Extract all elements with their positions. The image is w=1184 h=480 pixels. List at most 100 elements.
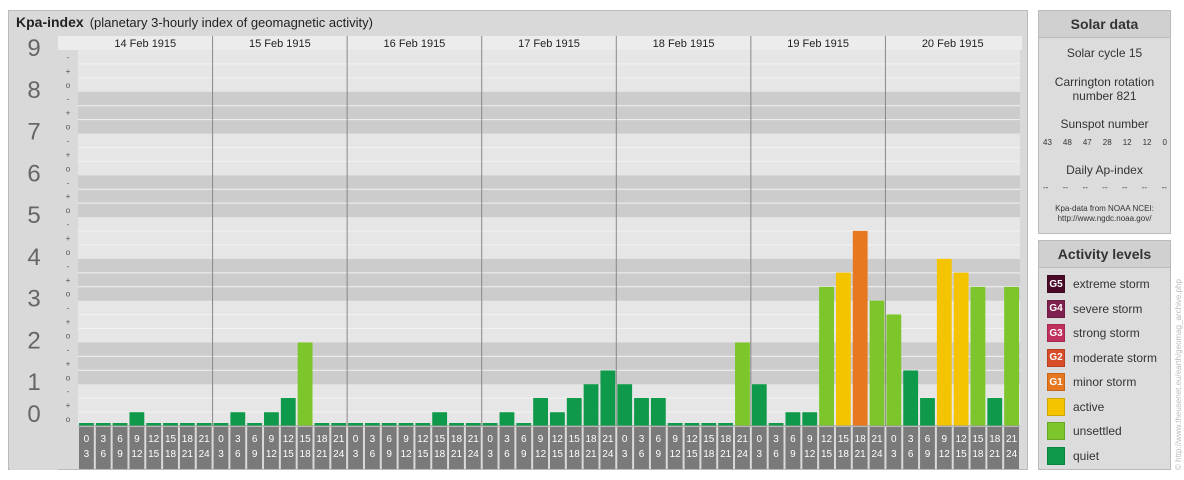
kp-bar xyxy=(970,286,986,426)
kp-bar xyxy=(936,258,952,426)
kp-tick-label: 1 xyxy=(27,369,40,396)
interval-start-label: 6 xyxy=(656,434,662,445)
interval-end-label: 18 xyxy=(300,449,312,460)
kp-subtick-label: o xyxy=(66,206,71,215)
interval-end-label: 12 xyxy=(939,449,951,460)
day-label: 20 Feb 1915 xyxy=(922,38,984,50)
day-label: 16 Feb 1915 xyxy=(384,38,446,50)
kp-bar xyxy=(869,300,885,426)
ap-value: -- xyxy=(1082,183,1088,192)
kp-bar xyxy=(264,412,279,426)
interval-end-label: 18 xyxy=(434,449,446,460)
kp-subtick-label: o xyxy=(66,415,71,424)
ap-value: -- xyxy=(1043,183,1049,192)
carrington-rotation-number: number 821 xyxy=(1072,89,1137,103)
ap-value: -- xyxy=(1122,183,1128,192)
interval-start-label: 3 xyxy=(773,434,779,445)
kp-bar xyxy=(432,412,448,426)
interval-end-label: 6 xyxy=(504,449,510,460)
interval-end-label: 9 xyxy=(790,449,796,460)
interval-start-label: 21 xyxy=(737,434,749,445)
interval-end-label: 12 xyxy=(670,449,682,460)
kp-bar xyxy=(550,412,565,426)
legend-item: G4 severe storm xyxy=(1047,299,1142,319)
kp-tick-label: 2 xyxy=(27,327,40,354)
interval-end-label: 15 xyxy=(686,449,698,460)
data-source-note: Kpa-data from NOAA NCEI: http://www.ngdc… xyxy=(1039,204,1170,224)
legend-swatch: G2 xyxy=(1047,348,1065,367)
solar-data-panel: Solar data Solar cycle 15 Carrington rot… xyxy=(1038,10,1171,234)
interval-end-label: 24 xyxy=(602,449,614,460)
interval-end-label: 3 xyxy=(622,449,628,460)
solar-data-title: Solar data xyxy=(1039,11,1170,38)
kp-subtick-label: o xyxy=(66,123,71,132)
interval-start-label: 12 xyxy=(417,434,429,445)
legend-label: active xyxy=(1073,399,1105,414)
kp-subtick-label: + xyxy=(66,150,71,159)
interval-start-label: 0 xyxy=(756,434,762,445)
legend-swatch: G1 xyxy=(1047,373,1065,391)
interval-end-label: 6 xyxy=(235,449,241,460)
kp-subtick-label: o xyxy=(66,81,71,90)
chart-title-main: Kpa-index xyxy=(16,14,84,30)
kp-tick-label: 9 xyxy=(27,36,40,62)
interval-start-label: 15 xyxy=(972,434,984,445)
interval-start-label: 6 xyxy=(252,434,258,445)
interval-start-label: 9 xyxy=(269,434,275,445)
kp-subtick-label: + xyxy=(66,359,71,368)
legend-item: active xyxy=(1047,397,1104,417)
interval-start-label: 0 xyxy=(84,434,90,445)
legend-swatch xyxy=(1047,397,1065,416)
daily-ap-label: Daily Ap-index xyxy=(1066,163,1143,177)
activity-levels-panel: Activity levels G5 extreme storm G4 severe … xyxy=(1038,240,1171,470)
kp-bar xyxy=(533,398,548,426)
ap-value: -- xyxy=(1161,183,1167,192)
interval-start-label: 15 xyxy=(434,434,446,445)
interval-start-label: 18 xyxy=(855,434,867,445)
interval-end-label: 21 xyxy=(585,449,597,460)
kp-bar xyxy=(987,398,1003,426)
interval-start-label: 21 xyxy=(468,434,480,445)
ap-value: -- xyxy=(1102,183,1108,192)
interval-start-label: 3 xyxy=(504,434,510,445)
interval-start-label: 9 xyxy=(672,434,678,445)
kp-subtick-label: - xyxy=(67,178,70,187)
interval-start-label: 3 xyxy=(100,434,106,445)
kp-tick-label: 0 xyxy=(27,401,40,428)
kp-subtick-label: - xyxy=(67,95,70,104)
interval-end-label: 24 xyxy=(333,449,345,460)
interval-start-label: 18 xyxy=(316,434,328,445)
sunspot-value: 0 xyxy=(1162,138,1167,147)
interval-end-label: 24 xyxy=(871,449,883,460)
kp-subtick-label: o xyxy=(66,373,71,382)
interval-start-label: 18 xyxy=(720,434,732,445)
legend-item: unsettled xyxy=(1047,421,1122,441)
interval-start-label: 3 xyxy=(370,434,376,445)
ap-value: -- xyxy=(1062,183,1069,192)
interval-end-label: 24 xyxy=(468,449,480,460)
kp-subtick-label: - xyxy=(67,387,70,396)
interval-start-label: 21 xyxy=(333,434,345,445)
interval-start-label: 12 xyxy=(283,434,295,445)
interval-end-label: 15 xyxy=(956,449,968,460)
legend-label: extreme storm xyxy=(1073,277,1150,291)
kp-subtick-label: - xyxy=(67,304,70,313)
interval-start-label: 15 xyxy=(838,434,850,445)
kp-subtick-label: o xyxy=(66,331,71,340)
interval-end-label: 6 xyxy=(370,449,376,460)
interval-end-label: 21 xyxy=(182,449,194,460)
interval-end-label: 12 xyxy=(804,449,816,460)
kp-subtick-label: + xyxy=(66,401,71,410)
data-source-url[interactable]: http://www.ngdc.noaa.gov/ xyxy=(1039,214,1170,224)
legend-item: quiet xyxy=(1047,446,1099,466)
interval-start-label: 12 xyxy=(956,434,968,445)
solar-cycle: Solar cycle 15 xyxy=(1066,46,1143,60)
kp-subtick-label: + xyxy=(66,234,71,243)
interval-start-label: 6 xyxy=(925,434,931,445)
kp-band xyxy=(78,91,1020,134)
interval-end-label: 15 xyxy=(417,449,429,460)
interval-end-label: 21 xyxy=(989,449,1001,460)
daily-ap-values: -- -- -- -- -- -- -- xyxy=(1043,183,1167,192)
interval-end-label: 21 xyxy=(316,449,328,460)
legend-swatch xyxy=(1047,446,1065,465)
